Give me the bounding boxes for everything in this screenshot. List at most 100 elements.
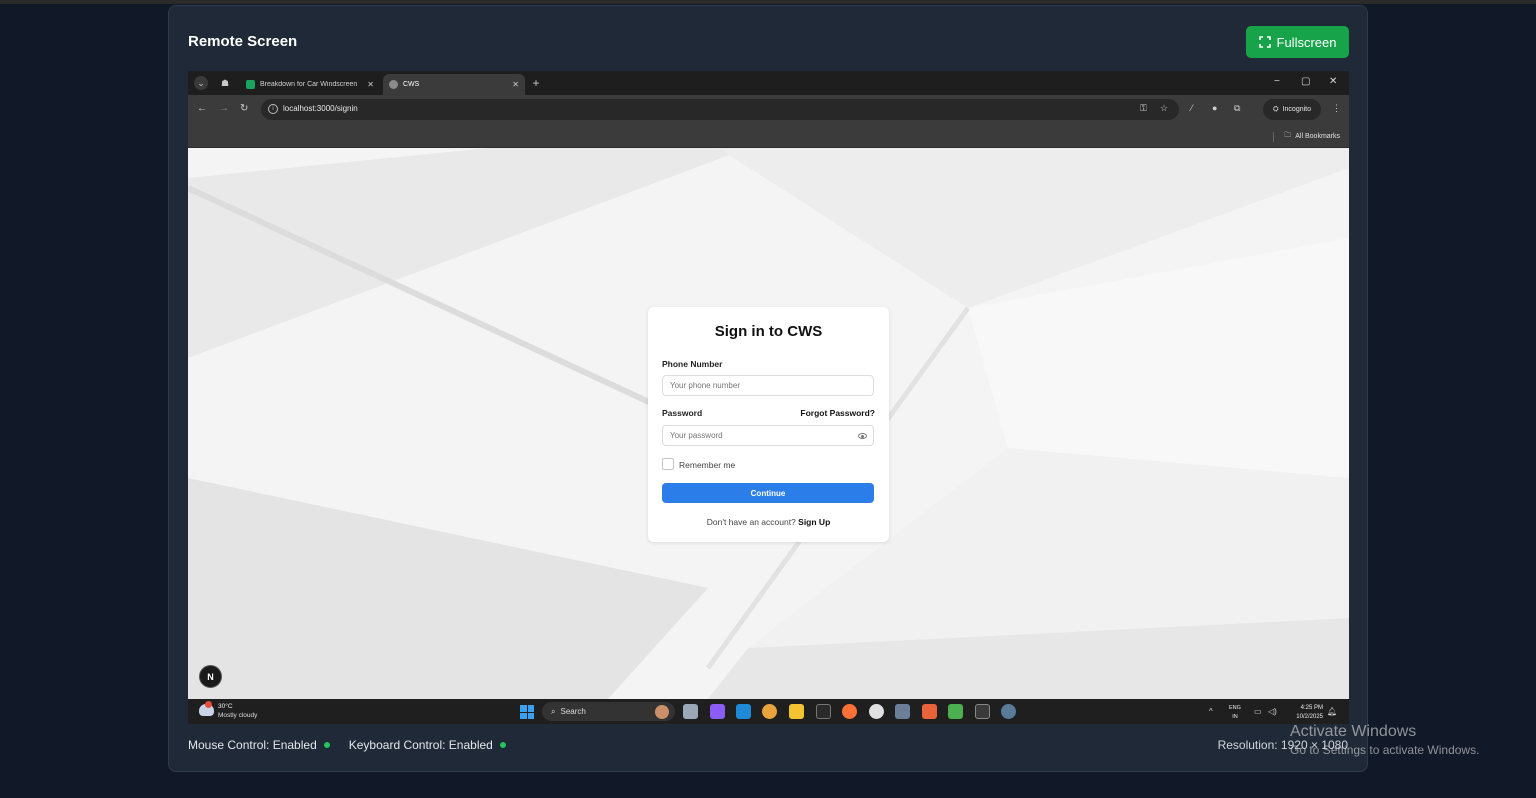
back-icon[interactable]: ← [197, 103, 207, 114]
browser-tab-active[interactable]: CWS ✕ [383, 74, 525, 95]
fullscreen-button[interactable]: Fullscreen [1246, 26, 1349, 58]
close-window-icon[interactable]: ✕ [1329, 76, 1337, 87]
no-account-text: Don't have an account? [706, 517, 796, 527]
bookmark-star-icon[interactable]: ☆ [1160, 103, 1168, 114]
weather-temp: 30°C [218, 703, 233, 710]
remember-me-label: Remember me [679, 460, 736, 470]
phone-label: Phone Number [662, 359, 723, 369]
clock[interactable]: 4:25 PM 10/2/2025 [1287, 704, 1323, 722]
minimize-icon[interactable]: − [1274, 76, 1280, 87]
remote-screen-panel: Remote Screen Fullscreen ⌄ ☗ Breakdown f… [168, 5, 1368, 772]
fullscreen-label: Fullscreen [1276, 34, 1337, 50]
tab-search-icon[interactable]: ⌄ [194, 76, 208, 90]
globe-favicon-icon [389, 80, 398, 89]
bookmarks-bar: 🗀 All Bookmarks [188, 124, 1349, 148]
network-icon[interactable]: ▭ [1254, 707, 1262, 716]
extensions-puzzle-icon[interactable]: ⧉ [1234, 103, 1240, 114]
close-tab-icon[interactable]: ✕ [512, 80, 519, 89]
forward-icon[interactable]: → [219, 103, 229, 114]
signup-prompt: Don't have an account? Sign Up [648, 517, 889, 527]
notification-bell-icon[interactable]: 🔔︎ [1327, 707, 1337, 716]
top-edge-strip [0, 0, 1536, 4]
extension-pin-icon[interactable]: ⁄ [1191, 103, 1193, 113]
bookmarks-divider [1273, 131, 1275, 142]
tab-title: Breakdown for Car Windscreen [260, 81, 358, 88]
remote-desktop-icon[interactable] [895, 704, 910, 719]
watermark-line2: Go to Settings to activate Windows. [1290, 743, 1480, 757]
keyboard-control-status: Keyboard Control: Enabled [349, 738, 506, 752]
clock-time: 4:25 PM [1300, 705, 1323, 711]
signin-page: Sign in to CWS Phone Number Password For… [188, 148, 1349, 699]
slack-icon[interactable] [869, 704, 884, 719]
browser-tab-bar: ⌄ ☗ Breakdown for Car Windscreen ✕ CWS ✕… [188, 71, 1349, 95]
task-view-icon[interactable] [683, 704, 698, 719]
app-icon[interactable] [816, 704, 831, 719]
tab-title: CWS [403, 81, 420, 88]
signin-card: Sign in to CWS Phone Number Password For… [648, 307, 889, 542]
vscode-icon[interactable] [736, 704, 751, 719]
postman-icon[interactable] [922, 704, 937, 719]
password-label: Password [662, 408, 703, 418]
volume-icon[interactable]: ◁) [1268, 707, 1277, 716]
remember-me-checkbox[interactable] [662, 458, 674, 470]
folder-icon: 🗀 [1284, 132, 1292, 139]
control-status: Mouse Control: Enabled Keyboard Control:… [188, 738, 506, 752]
settings-gear-icon[interactable] [1001, 704, 1016, 719]
weather-icon[interactable] [199, 701, 214, 716]
all-bookmarks-label: All Bookmarks [1295, 133, 1340, 140]
url-text: localhost:3000/signin [283, 104, 358, 113]
language-indicator[interactable]: ENG IN [1229, 704, 1241, 722]
terminal-icon[interactable] [975, 704, 990, 719]
mouse-status-dot [323, 742, 330, 748]
activate-windows-watermark: Activate Windows Go to Settings to activ… [1290, 723, 1479, 757]
browser-toolbar: ← → ↻ i localhost:3000/signin ⚿ ☆ ⁄ ● ⧉ … [188, 95, 1349, 124]
search-icon: ⌕ [551, 706, 556, 716]
signup-link[interactable]: Sign Up [798, 517, 830, 527]
start-icon[interactable] [520, 705, 534, 719]
close-tab-icon[interactable]: ✕ [367, 80, 374, 89]
reload-icon[interactable]: ↻ [240, 103, 248, 114]
firefox-icon[interactable] [842, 704, 857, 719]
profile-dot-icon[interactable]: ● [1212, 103, 1217, 113]
taskbar-search-label: Search [560, 707, 586, 716]
address-bar[interactable]: i localhost:3000/signin ⚿ ☆ [261, 99, 1179, 120]
windows-taskbar: 30°C Mostly cloudy ⌕ Search ^ ENG IN ▭ ◁… [188, 699, 1349, 724]
incognito-home-icon[interactable]: ☗ [218, 76, 232, 90]
incognito-icon: ⛭ [1272, 105, 1279, 113]
phone-input[interactable] [662, 375, 874, 396]
remote-screen-view[interactable]: ⌄ ☗ Breakdown for Car Windscreen ✕ CWS ✕… [188, 71, 1349, 724]
tray-chevron-icon[interactable]: ^ [1209, 707, 1213, 716]
menu-dots-icon[interactable]: ⋮ [1332, 103, 1341, 114]
browser-tab[interactable]: Breakdown for Car Windscreen ✕ [240, 74, 380, 95]
password-input[interactable] [662, 425, 874, 446]
incognito-chip[interactable]: ⛭ Incognito [1263, 99, 1321, 120]
copilot-icon[interactable] [710, 704, 725, 719]
notepad-icon[interactable] [948, 704, 963, 719]
lang-line1: ENG [1229, 705, 1241, 711]
clock-date: 10/2/2025 [1296, 714, 1323, 720]
forgot-password-link[interactable]: Forgot Password? [800, 408, 875, 418]
show-password-eye-icon[interactable] [858, 433, 867, 439]
panel-title: Remote Screen [188, 33, 298, 50]
signin-title: Sign in to CWS [714, 323, 823, 340]
taskbar-search[interactable]: ⌕ Search [542, 702, 675, 721]
sheets-favicon-icon [246, 80, 255, 89]
file-explorer-icon[interactable] [789, 704, 804, 719]
continue-button[interactable]: Continue [662, 483, 874, 503]
mouse-control-status: Mouse Control: Enabled [188, 738, 330, 752]
new-tab-icon[interactable]: + [529, 76, 543, 90]
incognito-label: Incognito [1282, 106, 1312, 113]
mouse-control-label: Mouse Control: Enabled [188, 738, 317, 752]
keyboard-control-label: Keyboard Control: Enabled [348, 738, 493, 752]
nextjs-badge-icon[interactable]: N [199, 665, 222, 688]
site-info-icon[interactable]: i [268, 104, 278, 114]
expand-icon [1258, 36, 1271, 48]
restore-icon[interactable]: ▢ [1301, 76, 1310, 87]
chrome-icon[interactable] [762, 704, 777, 719]
keyboard-status-dot [499, 742, 506, 748]
search-highlight-icon [655, 704, 669, 719]
all-bookmarks-button[interactable]: 🗀 All Bookmarks [1273, 131, 1340, 142]
password-key-icon[interactable]: ⚿ [1140, 103, 1147, 114]
lang-line2: IN [1232, 714, 1238, 720]
weather-desc: Mostly cloudy [218, 712, 258, 719]
